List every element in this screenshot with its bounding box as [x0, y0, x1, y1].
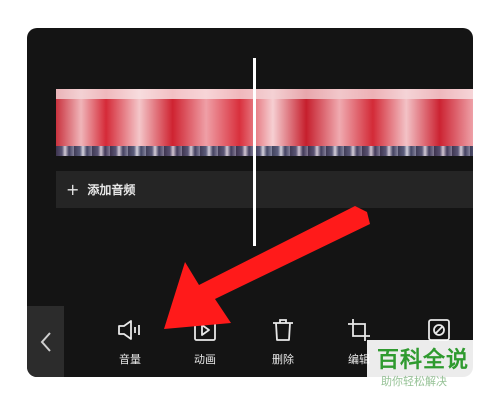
video-clip-track[interactable] — [56, 89, 473, 156]
trash-icon — [269, 316, 297, 344]
watermark-subtitle: 助你轻松解决 — [381, 375, 447, 388]
toolbar-back-button[interactable] — [27, 306, 64, 377]
watermark-title: 百科全说 — [377, 348, 470, 373]
animation-tool-button[interactable]: 动画 — [175, 316, 235, 376]
animation-tool-label: 动画 — [194, 353, 216, 366]
delete-tool-button[interactable]: 删除 — [253, 316, 313, 376]
video-editor-panel: + 添加音频 音量 动画 删除 编辑 — [27, 28, 473, 377]
add-audio-button[interactable]: + 添加音频 — [56, 171, 473, 208]
screenshot-stage: + 添加音频 音量 动画 删除 编辑 百科全说 助你轻松解决 — [0, 0, 500, 406]
play-square-icon — [191, 316, 219, 344]
delete-tool-label: 删除 — [272, 353, 294, 366]
plus-icon: + — [66, 179, 80, 199]
add-audio-label: 添加音频 — [87, 183, 136, 197]
volume-tool-button[interactable]: 音量 — [100, 316, 160, 376]
volume-tool-label: 音量 — [119, 353, 141, 366]
chevron-left-icon — [40, 331, 51, 352]
volume-icon — [116, 316, 144, 344]
watermark-logo: 百科全说 助你轻松解决 — [367, 340, 487, 400]
playhead-line[interactable] — [253, 58, 256, 246]
